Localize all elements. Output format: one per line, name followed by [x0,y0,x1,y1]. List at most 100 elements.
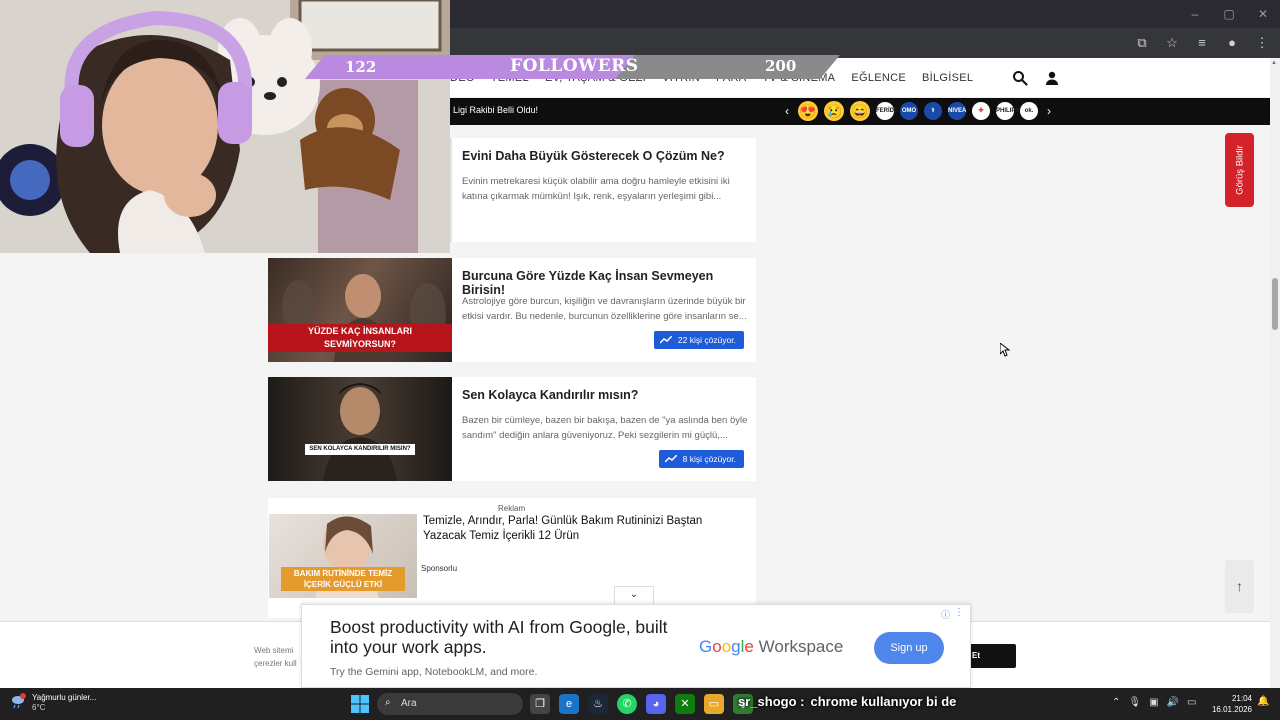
followers-goal-bar: 122 FOLLOWERS 200 [305,55,840,79]
whatsapp-icon[interactable]: ✆ [617,694,637,714]
mouse-cursor-icon [1000,343,1010,357]
thumbnail-caption: BAKIM RUTİNİNDE TEMİZ İÇERİK GÜÇLÜ ETKİ [269,567,417,592]
stream-chat-message: sr_shogo : chrome kullanıyor bi de [738,694,956,709]
clock-time: 21:04 [1231,694,1252,703]
chevron-left-icon[interactable]: ‹ [782,104,792,118]
solving-count-badge[interactable]: 22 kişi çözüyor. [653,331,744,349]
quiz-card[interactable]: YÜZDE KAÇ İNSANLARI SEVMİYORSUN? Burcuna… [268,258,756,362]
solving-count-text: 22 kişi çözüyor. [677,335,736,345]
minimize-button[interactable]: – [1178,0,1212,28]
nav-item-eglence[interactable]: EĞLENCE [851,72,906,84]
network-icon[interactable]: ▣ [1149,697,1158,708]
followers-label: FOLLOWERS [510,56,639,76]
taskbar-search-label: Ara [401,698,417,709]
media-control-icon[interactable]: ≡ [1192,33,1212,53]
system-tray: ⌃ 🎙 ▣ 🔊 ▭ [1112,697,1196,708]
chat-message-text: chrome kullanıyor bi de [810,694,957,709]
thumbnail-caption: YÜZDE KAÇ İNSANLARI SEVMİYORSUN? [268,324,452,352]
card-title[interactable]: Evini Daha Büyük Gösterecek O Çözüm Ne? [462,149,752,163]
ad-signup-button[interactable]: Sign up [874,632,944,664]
toolbar-icons: ⧉ ☆ ≡ ● ⋮ [1132,33,1272,53]
webcam-overlay [0,0,450,253]
card-description: Bazen bir cümleye, bazen bir bakışa, baz… [462,415,748,441]
chevron-up-icon[interactable]: ⌃ [1112,697,1120,708]
page-scrollbar[interactable]: ▲ [1270,58,1280,688]
maximize-button[interactable]: ▢ [1212,0,1246,28]
install-app-icon[interactable]: ⧉ [1132,33,1152,53]
edge-browser-icon[interactable]: e [559,694,579,714]
ad-headline[interactable]: Boost productivity with AI from Google, … [330,617,670,657]
ad-thumbnail[interactable]: BAKIM RUTİNİNDE TEMİZ İÇERİK GÜÇLÜ ETKİ [269,514,417,598]
thumbnail-caption: SEN KOLAYCA KANDIRILIR MISIN? [268,437,452,455]
bookmark-star-icon[interactable]: ☆ [1162,33,1182,53]
trending-up-icon [664,455,677,463]
file-explorer-icon[interactable]: ▭ [704,694,724,714]
volume-icon[interactable]: 🔊 [1167,697,1179,708]
card-title[interactable]: Burcuna Göre Yüzde Kaç İnsan Sevmeyen Bi… [462,269,752,297]
trending-up-icon [659,336,672,344]
feedback-button[interactable]: Görüş Bildir [1225,133,1254,207]
brand-badge-feride[interactable]: FERİDE [876,102,898,120]
solving-count-text: 8 kişi çözüyor. [682,454,736,464]
brand-badge-nivea[interactable]: NIVEA [948,102,966,120]
xbox-icon[interactable]: ✕ [675,694,695,714]
notification-bell-icon[interactable]: 🔔 [1257,696,1269,707]
profile-avatar-icon[interactable]: ● [1222,33,1242,53]
heart-eyes-emoji-icon[interactable]: 😍 [798,101,818,121]
brand-badge-ok[interactable]: ok. [1020,102,1038,120]
back-to-top-button[interactable]: ↑ [1225,560,1254,613]
weather-widget[interactable]: Yağmurlu günler... 6°C [10,693,96,713]
scrollbar-thumb[interactable] [1272,278,1278,330]
chevron-down-icon: ⌄ [629,589,639,600]
ad-info-icon[interactable]: ⓘ [941,608,950,621]
weather-condition: Yağmurlu günler... [32,693,97,702]
close-button[interactable]: ✕ [1246,0,1280,28]
microphone-icon[interactable]: 🎙 [1128,697,1141,708]
clock-date: 16.01.2026 [1211,705,1252,714]
cookie-text-line: Web sitemi [254,646,294,655]
chevron-right-icon[interactable]: › [1044,104,1054,118]
search-icon[interactable] [1012,70,1028,86]
cookie-text-line: çerezler kull [254,659,297,668]
rain-cloud-icon [12,693,26,709]
ad-title[interactable]: Temizle, Arındır, Parla! Günlük Bakım Ru… [423,514,748,544]
windows-taskbar: Yağmurlu günler... 6°C ⌕ Ara ❐ e ♨ ✆ ◕ ✕… [0,688,1280,720]
quiz-card[interactable]: SEN KOLAYCA KANDIRILIR MISIN? Sen Kolayc… [268,377,756,481]
brand-badge-bluecircle-icon[interactable]: ⚕ [924,102,942,120]
taskbar-clock[interactable]: 21:04 16.01.2026 [1206,693,1252,715]
arrow-up-icon: ↑ [1236,578,1243,594]
google-workspace-logo: Google Workspace [699,637,843,657]
discord-icon[interactable]: ◕ [646,694,666,714]
battery-icon[interactable]: ▭ [1187,697,1196,708]
solving-count-badge[interactable]: 8 kişi çözüyor. [658,450,744,468]
chat-username: sr_shogo : [738,694,805,709]
brand-badge-omo[interactable]: OMO [900,102,918,120]
ad-label: Reklam [498,504,526,513]
brand-badge-philips[interactable]: PHILIPS [996,102,1019,120]
reaction-strip: ‹ 😍 😢 😄 FERİDE OMO ⚕ NIVEA ✚ PHILIPS ok.… [782,101,1054,121]
thumbnail-caption-text: YÜZDE KAÇ İNSANLARI SEVMİYORSUN? [268,324,452,352]
sponsored-card[interactable]: Reklam BAKIM RUTİNİNDE TEMİZ İÇERİK GÜÇL… [268,498,756,618]
sad-emoji-icon[interactable]: 😢 [824,101,844,121]
nav-item-bilgisel[interactable]: BİLGİSEL [922,72,973,84]
followers-goal-count: 200 [765,57,797,75]
card-title[interactable]: Sen Kolayca Kandırılır mısın? [462,388,752,402]
ticker-headline[interactable]: Ligi Rakibi Belli Oldu! [453,105,538,115]
card-thumbnail[interactable]: YÜZDE KAÇ İNSANLARI SEVMİYORSUN? [268,258,452,362]
google-anchor-ad[interactable]: Boost productivity with AI from Google, … [301,604,971,688]
taskbar-apps: ❐ e ♨ ✆ ◕ ✕ ▭ ◆ [530,694,753,714]
brand-badge-cross-icon[interactable]: ✚ [972,102,990,120]
scroll-up-icon[interactable]: ▲ [1271,60,1277,66]
taskbar-search[interactable]: ⌕ Ara [377,693,523,715]
steam-icon[interactable]: ♨ [588,694,608,714]
ad-subline: Try the Gemini app, NotebookLM, and more… [330,666,538,678]
ad-collapse-button[interactable]: ⌄ [614,586,654,604]
laugh-emoji-icon[interactable]: 😄 [850,101,870,121]
task-view-icon[interactable]: ❐ [530,694,550,714]
windows-start-icon[interactable] [351,695,369,713]
card-thumbnail[interactable]: SEN KOLAYCA KANDIRILIR MISIN? [268,377,452,481]
user-icon[interactable] [1044,70,1060,86]
ad-sponsor-label: Sponsorlu [421,564,458,573]
ad-more-icon[interactable]: ⋮ [954,607,964,618]
browser-menu-icon[interactable]: ⋮ [1252,33,1272,53]
